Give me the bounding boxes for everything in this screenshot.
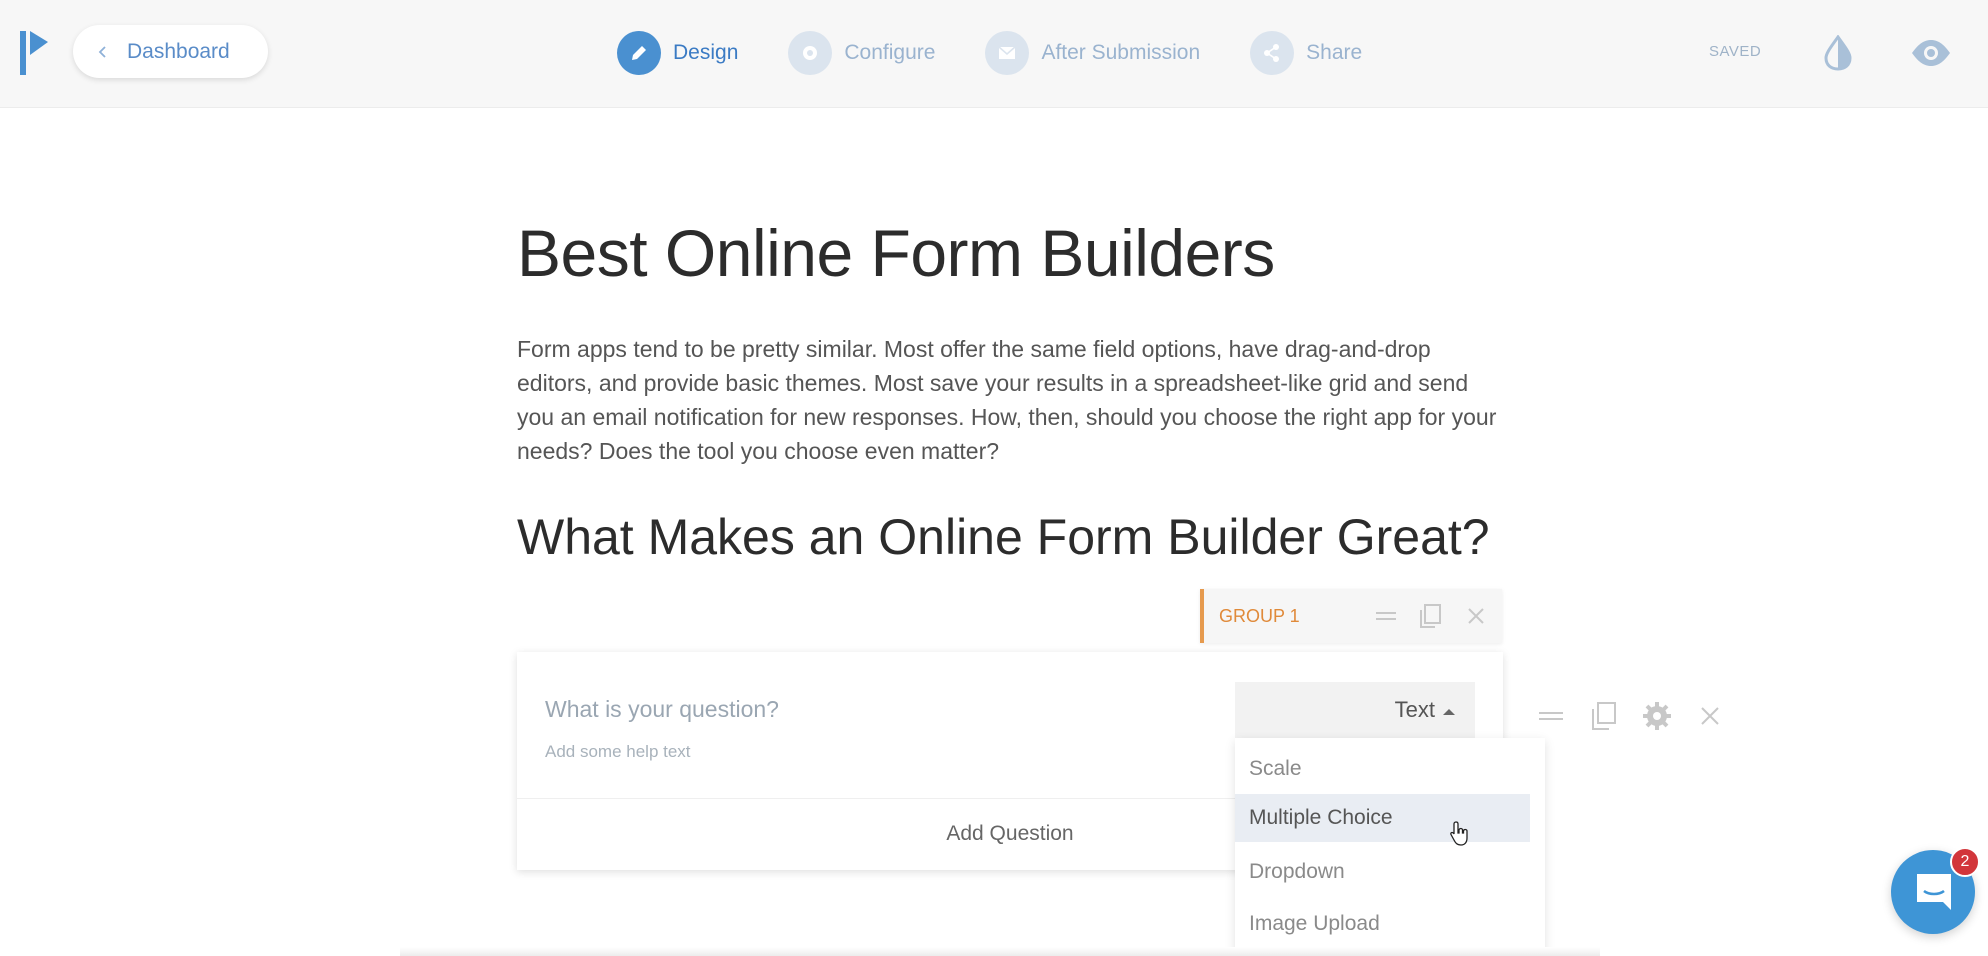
back-button-label: Dashboard <box>127 39 230 63</box>
question-type-dropdown: Scale Multiple Choice Dropdown Image Upl… <box>1235 738 1545 956</box>
question-settings-gear-icon[interactable] <box>1641 700 1673 732</box>
step-label: Share <box>1306 41 1363 64</box>
dropdown-option-multiple-choice[interactable]: Multiple Choice <box>1235 794 1530 842</box>
question-input[interactable]: What is your question? <box>545 696 779 723</box>
drag-handle-icon[interactable] <box>1372 602 1400 630</box>
pencil-icon <box>617 31 661 75</box>
preview-eye-icon[interactable] <box>1910 33 1952 73</box>
dropdown-option-image-upload[interactable]: Image Upload <box>1235 900 1530 948</box>
group-label[interactable]: GROUP 1 <box>1219 606 1300 627</box>
save-status: SAVED <box>1709 43 1762 60</box>
step-nav: Design Configure After Submission Share <box>617 30 1412 76</box>
section-heading[interactable]: What Makes an Online Form Builder Great? <box>517 508 1490 566</box>
step-label: Design <box>673 41 739 64</box>
form-description[interactable]: Form apps tend to be pretty similar. Mos… <box>517 332 1507 468</box>
chat-unread-badge: 2 <box>1950 847 1980 877</box>
step-label: After Submission <box>1041 41 1201 64</box>
step-after-submission[interactable]: After Submission <box>985 31 1200 75</box>
chevron-left-icon <box>98 45 106 58</box>
question-drag-handle-icon[interactable] <box>1535 700 1567 732</box>
dropdown-option-dropdown[interactable]: Dropdown <box>1235 848 1530 896</box>
envelope-icon <box>985 31 1030 75</box>
chat-icon <box>1917 874 1951 910</box>
group-header: GROUP 1 <box>1200 589 1502 643</box>
back-to-dashboard-button[interactable]: Dashboard <box>73 25 268 78</box>
gear-icon <box>788 31 833 75</box>
bottom-edge-shadow <box>400 947 1600 956</box>
close-icon[interactable] <box>1462 602 1490 630</box>
question-duplicate-icon[interactable] <box>1587 700 1619 732</box>
share-icon <box>1250 31 1295 75</box>
theme-contrast-icon[interactable] <box>1821 35 1855 71</box>
caret-up-icon <box>1443 709 1455 715</box>
hand-pointer-icon <box>1450 821 1468 846</box>
step-configure[interactable]: Configure <box>788 31 935 75</box>
question-close-icon[interactable] <box>1694 700 1726 732</box>
help-text-input[interactable]: Add some help text <box>545 742 691 762</box>
step-label: Configure <box>844 41 936 64</box>
logo-icon[interactable] <box>20 31 50 75</box>
form-title[interactable]: Best Online Form Builders <box>517 215 1275 291</box>
question-type-value: Text <box>1394 697 1435 722</box>
top-bar: Dashboard Design Configure After Submiss… <box>0 0 1988 108</box>
duplicate-icon[interactable] <box>1416 602 1444 630</box>
step-share[interactable]: Share <box>1250 31 1362 75</box>
question-type-select[interactable]: Text <box>1235 682 1475 738</box>
dropdown-option-scale[interactable]: Scale <box>1235 745 1530 793</box>
step-design[interactable]: Design <box>617 31 738 75</box>
